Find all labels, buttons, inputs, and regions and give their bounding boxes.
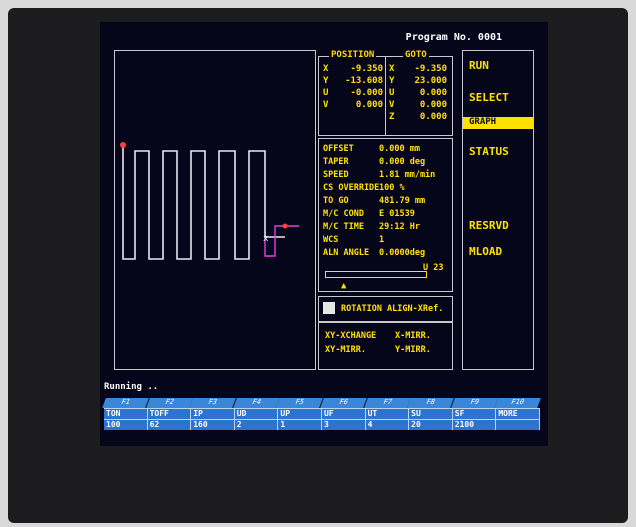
param-cs-override: CS OVERRIDE 100 % [323, 183, 405, 193]
toolpath-graph: x [120, 142, 299, 260]
slider-marker-icon: ▲ [341, 281, 347, 291]
menu-run[interactable]: RUN [469, 59, 489, 72]
param-speed: SPEED 1.81 mm/min [323, 170, 436, 180]
param-mc-time: M/C TIME 29:12 Hr [323, 222, 420, 232]
cnc-screen: Program No. 0001 x POSITION GOTO X -9.350… [100, 22, 548, 446]
table-header-sf: SF [452, 408, 497, 419]
param-header-row: TON TOFF IP UD UP UF UT SU SF MORE [104, 408, 540, 419]
menu-mload[interactable]: MLOAD [469, 245, 502, 258]
table-header-more[interactable]: MORE [496, 408, 540, 419]
param-aln-angle: ALN ANGLE 0.0000deg [323, 248, 426, 258]
y-mirror-option[interactable]: Y-MIRR. [395, 345, 431, 355]
status-text: Running .. [104, 382, 159, 392]
fkey-f10[interactable]: F10 [494, 398, 542, 408]
menu-resrvd[interactable]: RESRVD [469, 219, 509, 232]
table-header-ud: UD [234, 408, 279, 419]
menu-status[interactable]: STATUS [469, 145, 509, 158]
fkey-f5[interactable]: F5 [276, 398, 324, 408]
parameter-panel: OFFSET 0.000 mm TAPER 0.000 deg SPEED 1.81 … [318, 138, 453, 292]
fkey-f8[interactable]: F8 [407, 398, 455, 408]
function-key-bar: F1 F2 F3 F4 F5 F6 F7 F8 F9 F10 TON TOFF … [102, 398, 542, 430]
menu-graph[interactable]: GRAPH [463, 117, 533, 129]
table-header-up: UP [278, 408, 322, 419]
table-value-ut[interactable]: 4 [365, 419, 410, 430]
xy-xchange-option[interactable]: XY-XCHANGE [325, 331, 376, 341]
param-to-go: TO GO 481.79 mm [323, 196, 426, 206]
param-wcs: WCS 1 [323, 235, 385, 245]
goto-title: GOTO [403, 50, 429, 60]
menu-select[interactable]: SELECT [469, 91, 509, 104]
rotation-label: ROTATION ALIGN-XRef. [341, 304, 444, 314]
slider-label: U 23 [423, 263, 444, 273]
param-value-row: 100 62 160 2 1 3 4 20 2100 [104, 419, 540, 430]
param-mc-cond: M/C COND E 01539 [323, 209, 415, 219]
rotation-panel[interactable]: ROTATION ALIGN-XRef. [318, 296, 453, 322]
table-value-ud[interactable]: 2 [234, 419, 279, 430]
table-value-ip[interactable]: 160 [191, 419, 235, 430]
table-value-toff[interactable]: 62 [147, 419, 192, 430]
fkey-f2[interactable]: F2 [145, 398, 194, 408]
start-point-marker [120, 142, 126, 148]
fkey-f9[interactable]: F9 [450, 398, 499, 408]
position-panel: POSITION GOTO X -9.350 Y -13.608 U -0.000 V… [318, 50, 453, 136]
position-values: X -9.350 Y -13.608 U -0.000 V 0.000 [323, 64, 383, 110]
fkey-f7[interactable]: F7 [363, 398, 411, 408]
table-value-sf[interactable]: 2100 [452, 419, 497, 430]
table-value-uf[interactable]: 3 [321, 419, 366, 430]
toolpath-remaining [264, 225, 299, 257]
table-header-ut: UT [365, 408, 410, 419]
tool-marker: x [263, 234, 269, 244]
graph-area: x [114, 50, 316, 370]
side-menu: RUN SELECT GRAPH STATUS RESRVD MLOAD [462, 50, 534, 370]
table-value-more [496, 419, 540, 430]
param-offset: OFFSET 0.000 mm [323, 144, 420, 154]
program-number: Program No. 0001 [405, 32, 502, 43]
rotation-checkbox[interactable] [323, 302, 335, 314]
fkey-f3[interactable]: F3 [189, 398, 237, 408]
fkey-f4[interactable]: F4 [232, 398, 281, 408]
table-value-su[interactable]: 20 [409, 419, 453, 430]
table-header-ton: TON [104, 408, 148, 419]
fkey-f6[interactable]: F6 [320, 398, 368, 408]
mirror-panel: XY-XCHANGE X-MIRR. XY-MIRR. Y-MIRR. [318, 322, 453, 370]
table-value-up[interactable]: 1 [278, 419, 322, 430]
param-taper: TAPER 0.000 deg [323, 157, 426, 167]
function-key-labels: F1 F2 F3 F4 F5 F6 F7 F8 F9 F10 [102, 398, 542, 408]
position-title: POSITION [329, 50, 377, 60]
xy-mirror-option[interactable]: XY-MIRR. [325, 345, 366, 355]
toolpath-line [122, 145, 285, 260]
table-header-ip: IP [191, 408, 235, 419]
table-value-ton[interactable]: 100 [104, 419, 148, 430]
current-point-marker [282, 223, 288, 229]
table-header-toff: TOFF [147, 408, 192, 419]
position-divider [385, 57, 386, 135]
goto-values: X -9.350 Y 23.000 U 0.000 V 0.000 Z 0.000 [389, 64, 447, 122]
x-mirror-option[interactable]: X-MIRR. [395, 331, 431, 341]
table-header-su: SU [409, 408, 453, 419]
fkey-f1[interactable]: F1 [102, 398, 150, 408]
speed-slider[interactable] [325, 271, 427, 278]
table-header-uf: UF [321, 408, 366, 419]
